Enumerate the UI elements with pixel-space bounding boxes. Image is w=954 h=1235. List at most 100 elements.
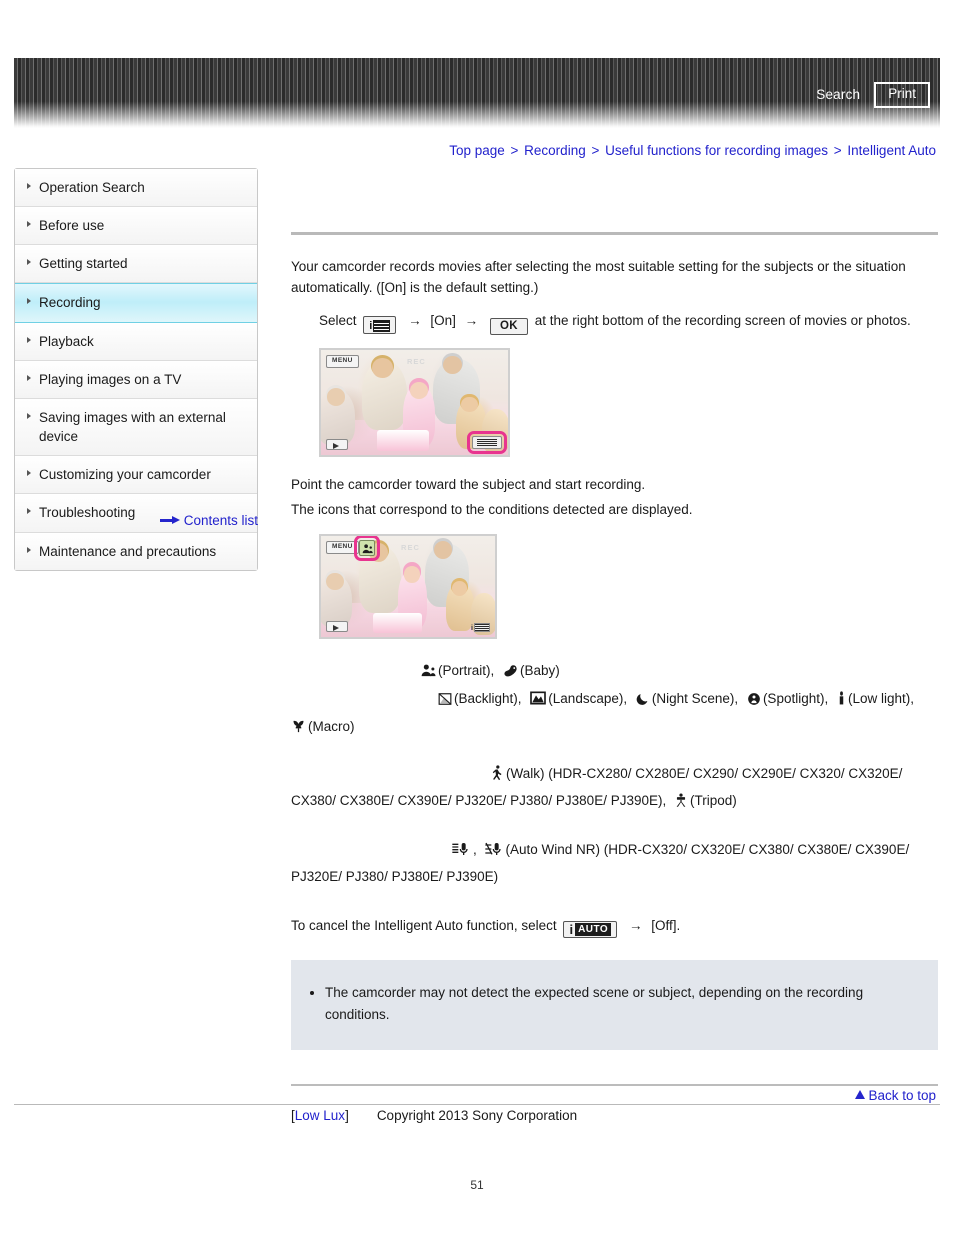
point-camcorder-line1: Point the camcorder toward the subject a… (291, 477, 646, 493)
contents-list-label: Contents list (183, 512, 258, 528)
sidebar-item-label: Recording (39, 295, 101, 311)
landscape-icon (530, 690, 547, 706)
chevron-right-icon (27, 259, 31, 266)
chevron-right-icon (27, 221, 31, 228)
sidebar-item-recording[interactable]: Recording (15, 283, 257, 323)
select-on-label: [On] (430, 312, 456, 328)
cancel-prefix-label: To cancel the Intelligent Auto function,… (291, 917, 557, 933)
sidebar-item-maintenance-and-precautions[interactable]: Maintenance and precautions (15, 532, 257, 570)
point-camcorder-line2: The icons that correspond to the conditi… (291, 502, 693, 518)
iauto-word-key-icon: i AUTO (563, 920, 618, 939)
iauto-i-label: i (569, 921, 574, 937)
playback-button-osd (326, 621, 348, 633)
wind-noise-reduction-icon (451, 841, 471, 857)
sidebar-item-playback[interactable]: Playback (15, 322, 257, 361)
low-light-candle-icon (837, 691, 846, 706)
spotlight-label: (Spotlight), (762, 691, 829, 707)
content-bottom-divider (291, 1083, 938, 1086)
auto-wind-nr-label: (Auto Wind NR) (HDR-CX320/ CX320E/ CX380… (505, 842, 910, 858)
page-number: 51 (470, 1178, 484, 1192)
landscape-label: (Landscape), (548, 691, 628, 707)
iauto-key-icon: i (363, 315, 397, 334)
rec-indicator-osd: REC (401, 543, 420, 553)
spotlight-icon (747, 692, 761, 706)
ok-key-icon: OK (489, 317, 528, 336)
chevron-right-icon (27, 470, 31, 477)
back-to-top-label: Back to top (868, 1088, 936, 1103)
portrait-icon (421, 663, 436, 678)
iauto-auto-label: AUTO (575, 922, 612, 936)
select-suffix-label: at the right bottom of the recording scr… (534, 312, 911, 328)
scene-list-row-walk: (Walk) (HDR-CX280/ CX280E/ CX290/ CX290E… (491, 762, 938, 787)
breadcrumb-separator: > (510, 143, 519, 158)
arrow-right-icon (159, 516, 180, 525)
backlight-label: (Backlight), (454, 691, 522, 707)
sidebar-item-saving-images-external-device[interactable]: Saving images with an external device (15, 398, 257, 457)
sidebar-item-label: Maintenance and precautions (39, 543, 217, 559)
chevron-right-icon (27, 546, 31, 553)
contents-list-link[interactable]: Contents list (14, 512, 258, 528)
footer-divider (14, 1104, 940, 1105)
main-content: Your camcorder records movies after sele… (291, 168, 938, 1136)
backlight-icon (438, 692, 452, 706)
sidebar-item-label: Saving images with an external device (39, 409, 226, 445)
sidebar-item-label: Customizing your camcorder (39, 467, 211, 483)
scene-list-row-walk-cont: CX380/ CX380E/ CX390E/ PJ320E/ PJ380/ PJ… (291, 789, 938, 814)
breadcrumb-separator: > (833, 143, 842, 158)
arrow-right-icon: → (628, 917, 643, 933)
sidebar-item-label: Before use (39, 218, 105, 234)
chevron-right-icon (27, 298, 31, 305)
baby-label: (Baby) (520, 663, 560, 679)
header-controls: Search Print (816, 82, 930, 108)
walk-models-continued: CX380/ CX380E/ CX390E/ PJ320E/ PJ380/ PJ… (291, 793, 667, 809)
breadcrumb: Top page > Recording > Useful functions … (449, 143, 936, 158)
macro-flower-icon (291, 719, 306, 734)
low-light-label: (Low light), (847, 691, 915, 707)
sidebar-item-label: Playback (39, 333, 94, 349)
arrow-right-icon: → (408, 312, 422, 328)
camcorder-screenshot-select-iauto: MENU REC (319, 348, 510, 458)
triangle-up-icon (855, 1090, 866, 1099)
print-button[interactable]: Print (874, 82, 930, 108)
chevron-right-icon (27, 183, 31, 189)
scene-list-row-3: (Macro) (291, 715, 938, 740)
note-box: The camcorder may not detect the expecte… (291, 960, 938, 1050)
menu-button-osd: MENU (326, 355, 359, 368)
playback-button-osd (326, 439, 348, 451)
sidebar-item-playing-images-on-a-tv[interactable]: Playing images on a TV (15, 360, 257, 399)
breadcrumb-item-top-page[interactable]: Top page (449, 143, 505, 158)
walk-label: (Walk) (HDR-CX280/ CX280E/ CX290/ CX290E… (506, 766, 903, 782)
back-to-top-link[interactable]: Back to top (855, 1088, 936, 1103)
cancel-suffix-label: [Off]. (651, 917, 681, 933)
cancel-instruction: To cancel the Intelligent Auto function,… (291, 918, 938, 939)
note-item: The camcorder may not detect the expecte… (325, 982, 918, 1025)
sidebar-item-customizing-your-camcorder[interactable]: Customizing your camcorder (15, 456, 257, 495)
wind-icon-separator: , (473, 842, 477, 858)
breadcrumb-item-useful-functions[interactable]: Useful functions for recording images (605, 143, 828, 158)
sidebar-item-operation-search[interactable]: Operation Search (15, 169, 257, 208)
portrait-label: (Portrait), (438, 663, 495, 679)
copyright-text: Copyright 2013 Sony Corporation (376, 1108, 578, 1123)
camcorder-screenshot-scene-detected: MENU REC i (319, 534, 497, 640)
select-instruction: Select i → [On] → OK at the right bottom… (319, 310, 938, 336)
scene-list-row-2: (Backlight), (Landscape), (Night Scene),… (438, 687, 938, 712)
header-banner: Search Print (14, 58, 940, 128)
breadcrumb-item-recording[interactable]: Recording (524, 143, 586, 158)
arrow-right-icon: → (464, 312, 479, 328)
sidebar-item-before-use[interactable]: Before use (15, 207, 257, 246)
sidebar-item-label: Playing images on a TV (39, 371, 182, 387)
search-link[interactable]: Search (816, 87, 860, 102)
night-scene-moon-icon (636, 692, 650, 706)
select-prefix-label: Select (319, 312, 357, 328)
baby-icon (503, 663, 518, 678)
chevron-right-icon (27, 374, 31, 381)
chevron-right-icon (27, 336, 31, 343)
wind-noise-reduction-off-icon (484, 841, 504, 857)
walk-icon (491, 765, 504, 781)
sidebar-item-getting-started[interactable]: Getting started (15, 245, 257, 284)
sidebar: Operation Search Before use Getting star… (14, 168, 258, 571)
highlight-ring (354, 536, 380, 562)
scene-list-row-wind: , (Auto Wind NR) (HDR-CX320/ CX320E/ CX3… (451, 838, 938, 863)
macro-label: (Macro) (308, 719, 355, 735)
breadcrumb-item-intelligent-auto[interactable]: Intelligent Auto (847, 143, 936, 158)
